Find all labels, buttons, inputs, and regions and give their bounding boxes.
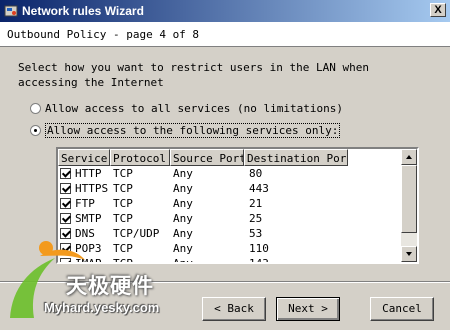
scroll-down-button[interactable] [401, 246, 417, 262]
service-checkbox[interactable] [60, 198, 71, 209]
table-row[interactable]: HTTPS TCP Any 443 [58, 181, 349, 196]
next-button[interactable]: Next > [276, 297, 340, 321]
radio-allow-selected[interactable]: Allow access to the following services o… [30, 122, 341, 138]
watermark-text-url: Myhard.yesky.com [44, 300, 160, 315]
radio-label: Allow access to all services (no limitat… [45, 101, 344, 115]
protocol-cell: TCP [113, 212, 133, 225]
destination-port-cell: 53 [249, 227, 263, 240]
service-cell: SMTP [75, 212, 102, 225]
service-checkbox[interactable] [60, 183, 71, 194]
destination-port-cell: 110 [249, 242, 269, 255]
protocol-cell: TCP [113, 182, 133, 195]
column-header-source-port[interactable]: Source Port [170, 149, 244, 166]
source-port-cell: Any [173, 197, 193, 210]
service-cell: HTTPS [75, 182, 109, 195]
column-header-destination-port[interactable]: Destination Port [244, 149, 348, 166]
radio-button[interactable] [30, 124, 41, 136]
table-row[interactable]: HTTP TCP Any 80 [58, 166, 349, 181]
protocol-cell: TCP [113, 167, 133, 180]
column-header-protocol[interactable]: Protocol [110, 149, 170, 166]
scroll-thumb[interactable] [401, 165, 417, 233]
vertical-scrollbar[interactable] [401, 149, 417, 262]
scroll-up-button[interactable] [401, 149, 417, 165]
watermark-text-cn: 天极硬件 [66, 274, 154, 298]
radio-button[interactable] [30, 102, 41, 114]
list-header: Service Protocol Source Port Destination… [58, 149, 348, 166]
table-row[interactable]: SMTP TCP Any 25 [58, 211, 349, 226]
wizard-icon [4, 5, 18, 17]
source-port-cell: Any [173, 182, 193, 195]
arrow-up-icon [406, 155, 412, 159]
destination-port-cell: 443 [249, 182, 269, 195]
back-button[interactable]: < Back [202, 297, 266, 321]
column-header-service[interactable]: Service [58, 149, 110, 166]
destination-port-cell: 25 [249, 212, 263, 225]
service-cell: FTP [75, 197, 95, 210]
radio-label: Allow access to the following services o… [45, 122, 341, 138]
destination-port-cell: 21 [249, 197, 263, 210]
page-subtitle: Outbound Policy - page 4 of 8 [7, 28, 200, 41]
service-checkbox[interactable] [60, 168, 71, 179]
service-checkbox[interactable] [60, 213, 71, 224]
source-port-cell: Any [173, 167, 193, 180]
destination-port-cell: 80 [249, 167, 263, 180]
title-bar[interactable]: Network rules Wizard X [0, 0, 450, 22]
cancel-button[interactable]: Cancel [370, 297, 434, 321]
protocol-cell: TCP [113, 197, 133, 210]
radio-allow-all[interactable]: Allow access to all services (no limitat… [30, 100, 343, 116]
close-button[interactable]: X [430, 3, 446, 17]
service-cell: HTTP [75, 167, 102, 180]
arrow-down-icon [406, 252, 412, 256]
source-port-cell: Any [173, 212, 193, 225]
table-row[interactable]: FTP TCP Any 21 [58, 196, 349, 211]
instruction-text: Select how you want to restrict users in… [18, 61, 369, 89]
destination-port-cell: 143 [249, 257, 269, 264]
window-title: Network rules Wizard [22, 4, 144, 18]
page-header: Outbound Policy - page 4 of 8 [0, 22, 450, 47]
